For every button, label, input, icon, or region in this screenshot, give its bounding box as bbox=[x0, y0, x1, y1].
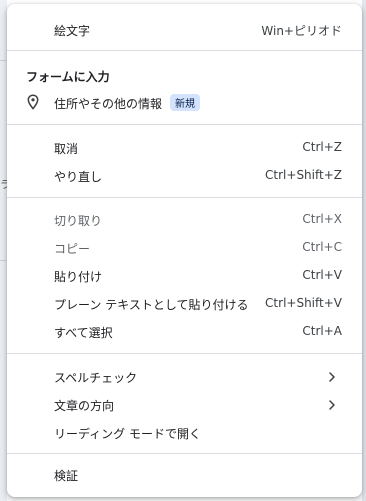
context-menu: 絵文字 Win+ピリオド フォームに入力 住所やその他の情報 新規 取消 Ctrl… bbox=[7, 4, 362, 497]
menu-item-undo[interactable]: 取消 Ctrl+Z bbox=[7, 134, 362, 162]
menu-item-shortcut: Ctrl+C bbox=[302, 240, 342, 254]
menu-item-address[interactable]: 住所やその他の情報 新規 bbox=[7, 88, 362, 116]
menu-item-shortcut: Ctrl+A bbox=[302, 324, 342, 338]
background-page-edge: ラ bbox=[0, 0, 11, 501]
menu-item-shortcut: Ctrl+X bbox=[302, 212, 342, 226]
menu-item-label: コピー bbox=[54, 242, 91, 256]
autofill-section-header: フォームに入力 bbox=[26, 70, 110, 84]
menu-item-label: すべて選択 bbox=[54, 326, 113, 340]
menu-item-shortcut: Win+ピリオド bbox=[261, 24, 342, 38]
menu-item-shortcut: Ctrl+Shift+Z bbox=[265, 168, 342, 182]
menu-item-label: 取消 bbox=[54, 142, 79, 156]
menu-item-label: 住所やその他の情報 新規 bbox=[54, 94, 201, 112]
menu-item-label: 絵文字 bbox=[54, 24, 91, 38]
menu-item-spellcheck[interactable]: スペルチェック bbox=[7, 363, 362, 391]
menu-item-paste[interactable]: 貼り付け Ctrl+V bbox=[7, 262, 362, 290]
menu-item-label: 検証 bbox=[54, 469, 79, 483]
menu-item-emoji[interactable]: 絵文字 Win+ピリオド bbox=[7, 16, 362, 44]
address-label-text: 住所やその他の情報 bbox=[54, 97, 163, 111]
menu-item-label: スペルチェック bbox=[54, 371, 138, 385]
menu-item-reading-mode[interactable]: リーディング モードで開く bbox=[7, 419, 362, 447]
menu-separator bbox=[7, 50, 362, 51]
menu-item-redo[interactable]: やり直し Ctrl+Shift+Z bbox=[7, 162, 362, 190]
menu-item-label: 文章の方向 bbox=[54, 399, 115, 413]
menu-item-label: やり直し bbox=[54, 170, 103, 184]
chevron-right-icon bbox=[329, 400, 335, 410]
chevron-right-icon bbox=[329, 372, 335, 382]
menu-item-writing-direction[interactable]: 文章の方向 bbox=[7, 391, 362, 419]
menu-item-inspect[interactable]: 検証 bbox=[7, 461, 362, 489]
menu-item-select-all[interactable]: すべて選択 Ctrl+A bbox=[7, 318, 362, 346]
menu-item-label: 貼り付け bbox=[54, 270, 103, 284]
menu-item-label: プレーン テキストとして貼り付ける bbox=[54, 298, 249, 312]
menu-item-paste-plain-text[interactable]: プレーン テキストとして貼り付ける Ctrl+Shift+V bbox=[7, 290, 362, 318]
menu-separator bbox=[7, 197, 362, 198]
menu-item-copy[interactable]: コピー Ctrl+C bbox=[7, 234, 362, 262]
menu-item-shortcut: Ctrl+Shift+V bbox=[265, 296, 342, 310]
background-page-line bbox=[0, 60, 6, 61]
background-page-line bbox=[0, 260, 6, 261]
menu-separator bbox=[7, 124, 362, 125]
location-pin-icon bbox=[27, 94, 39, 110]
menu-item-label: リーディング モードで開く bbox=[54, 427, 201, 441]
new-badge: 新規 bbox=[170, 94, 201, 111]
menu-separator bbox=[7, 453, 362, 454]
menu-separator bbox=[7, 353, 362, 354]
menu-item-label: 切り取り bbox=[54, 214, 103, 228]
menu-item-shortcut: Ctrl+V bbox=[302, 268, 342, 282]
menu-item-shortcut: Ctrl+Z bbox=[302, 140, 342, 154]
background-page-edge-right bbox=[362, 0, 366, 501]
menu-item-cut[interactable]: 切り取り Ctrl+X bbox=[7, 206, 362, 234]
